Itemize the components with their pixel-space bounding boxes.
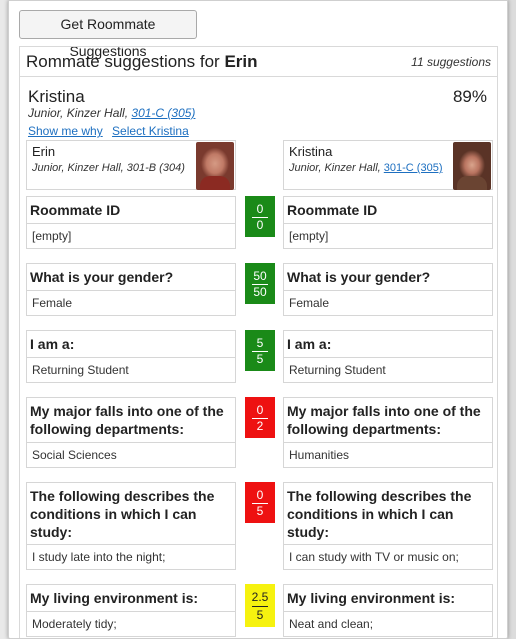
answer-text: Neat and clean; <box>284 611 492 636</box>
score-denominator: 5 <box>256 504 264 518</box>
question-text: My major falls into one of the following… <box>287 403 481 437</box>
question-text: What is your gender? <box>287 269 431 285</box>
question-text: My living environment is: <box>287 590 456 606</box>
answer-text: Social Sciences <box>27 442 235 467</box>
person-b-room-link[interactable]: 301-C (305) <box>384 162 443 174</box>
person-card-b: Kristina Junior, Kinzer Hall, 301-C (305… <box>283 140 493 190</box>
score-numerator: 5 <box>256 336 264 350</box>
question-text: The following describes the conditions i… <box>30 488 215 540</box>
question-b-student-type: I am a: Returning Student <box>283 330 493 383</box>
question-a-living-environment: My living environment is: Moderately tid… <box>26 584 236 637</box>
candidate-actions: Show me why Select Kristina <box>28 124 195 138</box>
answer-text: Moderately tidy; <box>27 611 235 636</box>
question-text: What is your gender? <box>30 269 174 285</box>
score-denominator: 0 <box>256 218 264 232</box>
score-gender: 50 50 <box>245 263 275 304</box>
score-denominator: 5 <box>256 352 264 366</box>
answer-text: [empty] <box>284 223 492 248</box>
question-a-student-type: I am a: Returning Student <box>26 330 236 383</box>
score-numerator: 50 <box>253 269 267 283</box>
question-b-major: My major falls into one of the following… <box>283 397 493 468</box>
suggestion-count: 11 suggestions <box>411 55 491 69</box>
question-a-study-conditions: The following describes the conditions i… <box>26 482 236 570</box>
question-text: I am a: <box>287 336 332 352</box>
question-b-living-environment: My living environment is: Neat and clean… <box>283 584 493 637</box>
candidate-class-hall: Junior, Kinzer Hall, <box>28 106 129 120</box>
score-major: 0 2 <box>245 397 275 438</box>
question-a-major: My major falls into one of the following… <box>26 397 236 468</box>
person-a-photo <box>196 142 234 190</box>
question-b-gender: What is your gender? Female <box>283 263 493 316</box>
answer-text: I study late into the night; <box>27 544 235 569</box>
score-living-environment: 2.5 5 <box>245 584 275 627</box>
panel-title-prefix: Rommate suggestions for <box>26 52 220 71</box>
question-b-roommate-id: Roommate ID [empty] <box>283 196 493 249</box>
question-text: Roommate ID <box>30 202 121 218</box>
answer-text: I can study with TV or music on; <box>284 544 492 569</box>
score-denominator: 50 <box>253 285 267 299</box>
answer-text: Humanities <box>284 442 492 467</box>
panel-header: Rommate suggestions for Erin 11 suggesti… <box>20 47 497 77</box>
score-study-conditions: 0 5 <box>245 482 275 523</box>
person-a-details: Junior, Kinzer Hall, 301-B (304) <box>32 162 185 174</box>
answer-text: Returning Student <box>27 357 235 382</box>
score-roommate-id: 0 0 <box>245 196 275 237</box>
question-text: The following describes the conditions i… <box>287 488 472 540</box>
score-numerator: 2.5 <box>251 590 269 604</box>
score-numerator: 0 <box>256 403 264 417</box>
candidate-name: Kristina <box>28 87 85 106</box>
candidate-room-link[interactable]: 301-C (305) <box>131 106 195 120</box>
answer-text: Female <box>284 290 492 315</box>
question-b-study-conditions: The following describes the conditions i… <box>283 482 493 570</box>
score-numerator: 0 <box>256 488 264 502</box>
answer-text: [empty] <box>27 223 235 248</box>
select-candidate-link[interactable]: Select Kristina <box>112 124 189 138</box>
question-text: Roommate ID <box>287 202 378 218</box>
score-denominator: 2 <box>256 419 264 433</box>
roommate-suggestions-modal: Get Roommate Suggestions Rommate suggest… <box>8 0 508 639</box>
question-text: My living environment is: <box>30 590 199 606</box>
person-b-name: Kristina <box>289 144 333 159</box>
panel-title-name: Erin <box>224 52 258 71</box>
answer-text: Returning Student <box>284 357 492 382</box>
score-denominator: 5 <box>256 608 264 622</box>
answer-text: Female <box>27 290 235 315</box>
suggestions-panel: Rommate suggestions for Erin 11 suggesti… <box>19 46 498 638</box>
score-student-type: 5 5 <box>245 330 275 371</box>
person-card-a: Erin Junior, Kinzer Hall, 301-B (304) <box>26 140 236 190</box>
person-b-details: Junior, Kinzer Hall, 301-C (305) <box>289 162 442 174</box>
show-me-why-link[interactable]: Show me why <box>28 124 103 138</box>
person-b-class-hall: Junior, Kinzer Hall, <box>289 162 381 174</box>
candidate-details: Junior, Kinzer Hall, 301-C (305) <box>28 106 195 120</box>
question-text: My major falls into one of the following… <box>30 403 224 437</box>
question-a-roommate-id: Roommate ID [empty] <box>26 196 236 249</box>
score-numerator: 0 <box>256 202 264 216</box>
person-a-name: Erin <box>32 144 56 159</box>
match-percent: 89% <box>452 87 487 106</box>
question-text: I am a: <box>30 336 75 352</box>
person-b-photo <box>453 142 491 190</box>
question-a-gender: What is your gender? Female <box>26 263 236 316</box>
get-roommate-suggestions-button[interactable]: Get Roommate Suggestions <box>19 10 197 59</box>
